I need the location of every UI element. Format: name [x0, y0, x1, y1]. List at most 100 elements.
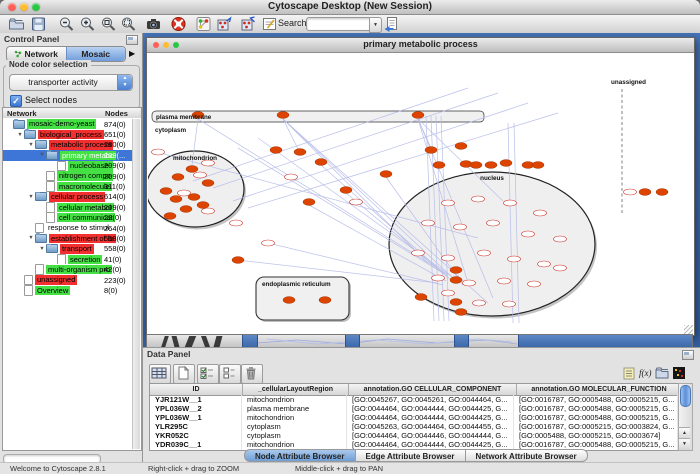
- float-panel-icon[interactable]: [126, 35, 138, 45]
- zoom-out-icon[interactable]: [58, 16, 75, 32]
- network-node-selected[interactable]: [164, 213, 176, 220]
- tree-row-overview[interactable]: Overview8(0): [3, 285, 133, 295]
- zoom-in-icon[interactable]: [79, 16, 96, 32]
- network-node-selected[interactable]: [315, 159, 327, 166]
- tree-row-secretion[interactable]: secretion41(0): [3, 254, 133, 264]
- network-node-selected[interactable]: [303, 199, 315, 206]
- table-cell[interactable]: [GO:0045263, GO:0044464, GO:0044455, G..…: [347, 422, 514, 431]
- open-file-icon[interactable]: [8, 16, 25, 32]
- network-node[interactable]: [554, 265, 567, 271]
- network-node-selected[interactable]: [656, 189, 668, 196]
- annotation-icon[interactable]: [261, 16, 278, 32]
- network-node-selected[interactable]: [450, 299, 462, 306]
- tab-scroll-right-icon[interactable]: ▶: [129, 49, 135, 58]
- float-panel-icon[interactable]: [682, 350, 694, 360]
- import-folder-icon[interactable]: [655, 366, 669, 380]
- network-node[interactable]: [473, 300, 486, 306]
- network-node-selected[interactable]: [433, 162, 445, 169]
- network-node[interactable]: [442, 255, 455, 261]
- tree-row-cell-communicat[interactable]: cell communicat22(0): [3, 213, 133, 223]
- network-node[interactable]: [534, 210, 547, 216]
- tree-row-macromolecule[interactable]: macromolecule311(0): [3, 181, 133, 191]
- network-view-window[interactable]: primary metabolic process plasma membran…: [146, 37, 695, 336]
- tree-row-nucleobase-[interactable]: nucleobase-209(0): [3, 161, 133, 171]
- network-node[interactable]: [194, 172, 207, 178]
- network-node-selected[interactable]: [380, 171, 392, 178]
- network-node[interactable]: [432, 275, 445, 281]
- network-node-selected[interactable]: [197, 202, 209, 209]
- network-node-selected[interactable]: [470, 162, 482, 169]
- matrix-icon[interactable]: [672, 366, 686, 380]
- network-node-selected[interactable]: [232, 257, 244, 264]
- resize-grip[interactable]: [684, 325, 693, 334]
- table-cell[interactable]: YPL036W__1: [150, 413, 242, 422]
- search-dropdown-icon[interactable]: ▼: [369, 17, 382, 33]
- network-node[interactable]: [463, 280, 476, 286]
- table-cell[interactable]: YDR039C__1: [150, 440, 242, 449]
- network-node[interactable]: [538, 261, 551, 267]
- scroll-down-icon[interactable]: ▼: [679, 438, 690, 450]
- table-cell[interactable]: mitochondrion: [242, 413, 347, 422]
- network-node-selected[interactable]: [160, 188, 172, 195]
- disclosure-triangle-icon[interactable]: ▼: [38, 246, 46, 252]
- tree-row-unassigned[interactable]: unassigned223(0): [3, 275, 133, 285]
- table-row[interactable]: YJR121W__1mitochondrion[GO:0045267, GO:0…: [150, 395, 678, 404]
- table-cell[interactable]: [GO:0044464, GO:0044444, GO:0044425, G..…: [347, 413, 514, 422]
- save-icon[interactable]: [30, 16, 47, 32]
- network-node-selected[interactable]: [170, 196, 182, 203]
- network-node-selected[interactable]: [455, 309, 467, 316]
- table-cell[interactable]: cytoplasm: [242, 422, 347, 431]
- network-node[interactable]: [422, 220, 435, 226]
- network-node-selected[interactable]: [532, 162, 544, 169]
- network-node[interactable]: [472, 196, 485, 202]
- network-node-selected[interactable]: [340, 187, 352, 194]
- column-header[interactable]: _cellularLayoutRegion: [243, 384, 349, 395]
- network-node[interactable]: [262, 240, 275, 246]
- network-node[interactable]: [202, 208, 215, 214]
- table-cell[interactable]: YKR052C: [150, 431, 242, 440]
- network-node[interactable]: [487, 220, 500, 226]
- table-cell[interactable]: YLR295C: [150, 422, 242, 431]
- network-node-selected[interactable]: [180, 206, 192, 213]
- network-node-selected[interactable]: [639, 189, 651, 196]
- search-input[interactable]: [306, 17, 374, 31]
- tree-row-mosaic-demo-yeast[interactable]: mosaic-demo-yeast874(0): [3, 119, 133, 129]
- tab-node-attribute-browser[interactable]: Node Attribute Browser: [244, 449, 356, 462]
- tree-row-transport[interactable]: ▼transport558(0): [3, 244, 133, 254]
- import-attributes-icon[interactable]: [383, 16, 400, 32]
- function-builder-icon[interactable]: f(x): [638, 366, 652, 380]
- network-node-selected[interactable]: [485, 162, 497, 169]
- disclosure-triangle-icon[interactable]: ▼: [27, 235, 35, 241]
- table-cell[interactable]: [GO:0016787, GO:0005488, GO:0005215, G..…: [514, 404, 678, 413]
- column-header[interactable]: ID: [150, 384, 243, 395]
- tree-row-primary-metabo[interactable]: ▼primary metabo209(...: [3, 150, 133, 160]
- unselect-attributes-icon[interactable]: [219, 364, 241, 384]
- network-node-selected[interactable]: [500, 160, 512, 167]
- network-node-selected[interactable]: [294, 149, 306, 156]
- tree-row-establishment-of-lo[interactable]: ▼establishment of lo558(0): [3, 233, 133, 243]
- table-row[interactable]: YPL036W__1mitochondrion[GO:0044464, GO:0…: [150, 413, 678, 422]
- disclosure-triangle-icon[interactable]: ▼: [27, 194, 35, 200]
- network-node-selected[interactable]: [412, 112, 424, 119]
- column-header[interactable]: annotation.GO MOLECULAR_FUNCTION: [517, 384, 682, 395]
- table-row[interactable]: YPL036W__2plasma membrane[GO:0044464, GO…: [150, 404, 678, 413]
- table-row[interactable]: YKR052Ccytoplasm[GO:0044464, GO:0044446,…: [150, 431, 678, 440]
- table-scrollbar[interactable]: ▲ ▼: [678, 383, 693, 451]
- create-attribute-icon[interactable]: [173, 364, 195, 384]
- help-icon[interactable]: [170, 16, 187, 32]
- snapshot-icon[interactable]: [145, 16, 162, 32]
- network-node[interactable]: [442, 200, 455, 206]
- table-cell[interactable]: [GO:0016787, GO:0005215, GO:0003824, G..…: [514, 422, 678, 431]
- table-cell[interactable]: [GO:0005488, GO:0005215, GO:0003674]: [514, 431, 678, 440]
- network-node-selected[interactable]: [415, 294, 427, 301]
- select-nodes-checkbox[interactable]: ✓: [10, 95, 22, 107]
- network-node-selected[interactable]: [186, 166, 198, 173]
- attribute-table-icon[interactable]: [149, 364, 171, 384]
- tab-network[interactable]: Network: [7, 47, 66, 61]
- network-node-selected[interactable]: [172, 174, 184, 181]
- tab-network-attribute-browser[interactable]: Network Attribute Browser: [466, 449, 588, 462]
- destroy-network-view-icon[interactable]: [240, 16, 257, 32]
- network-node[interactable]: [554, 236, 567, 242]
- network-node[interactable]: [498, 278, 511, 284]
- node-color-dropdown[interactable]: transporter activity ▲▼: [9, 74, 133, 91]
